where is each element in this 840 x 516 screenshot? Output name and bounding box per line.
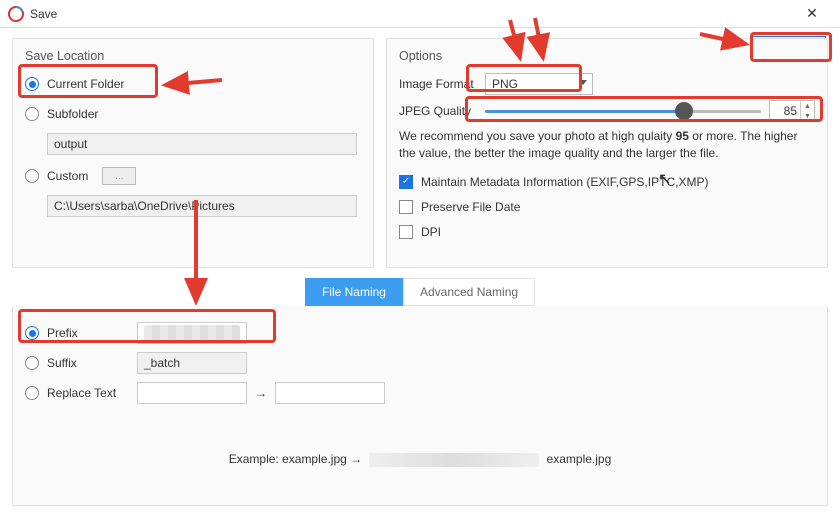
- radio-replace[interactable]: [25, 386, 39, 400]
- spin-up-icon: ▲: [801, 101, 814, 111]
- radio-current-folder[interactable]: [25, 77, 39, 91]
- label-jpeg-quality: JPEG Quality: [399, 104, 477, 118]
- spin-down-icon: ▼: [801, 111, 814, 121]
- tab-file-naming[interactable]: File Naming: [305, 278, 403, 306]
- radio-prefix[interactable]: [25, 326, 39, 340]
- close-button[interactable]: ✕: [792, 0, 832, 28]
- quality-hint: We recommend you save your photo at high…: [399, 128, 815, 162]
- arrow-icon: →: [255, 386, 267, 400]
- label-suffix: Suffix: [47, 356, 129, 370]
- label-custom: Custom: [47, 169, 88, 183]
- options-panel: Options Image Format PNG JPEG Quality 85…: [386, 38, 828, 268]
- naming-tabs: File Naming Advanced Naming: [12, 278, 828, 306]
- label-preserve-date: Preserve File Date: [421, 200, 520, 214]
- label-image-format: Image Format: [399, 77, 477, 91]
- browse-button[interactable]: ...: [102, 167, 136, 185]
- jpeg-quality-spinner[interactable]: 85 ▲▼: [769, 100, 815, 122]
- save-location-panel: Save Location Current Folder Subfolder o…: [12, 38, 374, 268]
- label-subfolder: Subfolder: [47, 107, 98, 121]
- label-replace: Replace Text: [47, 386, 129, 400]
- app-icon: [8, 6, 24, 22]
- radio-suffix[interactable]: [25, 356, 39, 370]
- slider-thumb[interactable]: [675, 102, 693, 120]
- label-current-folder: Current Folder: [47, 77, 124, 91]
- checkbox-dpi[interactable]: [399, 225, 413, 239]
- save-location-title: Save Location: [25, 49, 361, 63]
- title-bar: Save ✕: [0, 0, 840, 28]
- example-text: Example: example.jpg → example.jpg: [25, 452, 815, 467]
- jpeg-quality-slider[interactable]: [485, 100, 761, 122]
- caret-down-icon: [579, 80, 587, 85]
- replace-to-input[interactable]: [275, 382, 385, 404]
- suffix-input[interactable]: _batch: [137, 352, 247, 374]
- label-prefix: Prefix: [47, 326, 129, 340]
- image-format-select[interactable]: PNG: [485, 73, 593, 95]
- radio-custom[interactable]: [25, 169, 39, 183]
- mouse-cursor-icon: ↖: [658, 169, 671, 189]
- subfolder-input[interactable]: output: [47, 133, 357, 155]
- custom-path-input[interactable]: C:\Users\sarba\OneDrive\Pictures: [47, 195, 357, 217]
- radio-subfolder[interactable]: [25, 107, 39, 121]
- tab-advanced-naming[interactable]: Advanced Naming: [403, 278, 535, 306]
- replace-from-input[interactable]: [137, 382, 247, 404]
- options-title: Options: [399, 49, 815, 63]
- label-dpi: DPI: [421, 225, 441, 239]
- window-title: Save: [30, 7, 792, 21]
- prefix-input[interactable]: [137, 322, 247, 344]
- checkbox-preserve-date[interactable]: [399, 200, 413, 214]
- naming-panel: Prefix Suffix _batch Replace Text → Exam…: [12, 306, 828, 506]
- checkbox-metadata[interactable]: ✓: [399, 175, 413, 189]
